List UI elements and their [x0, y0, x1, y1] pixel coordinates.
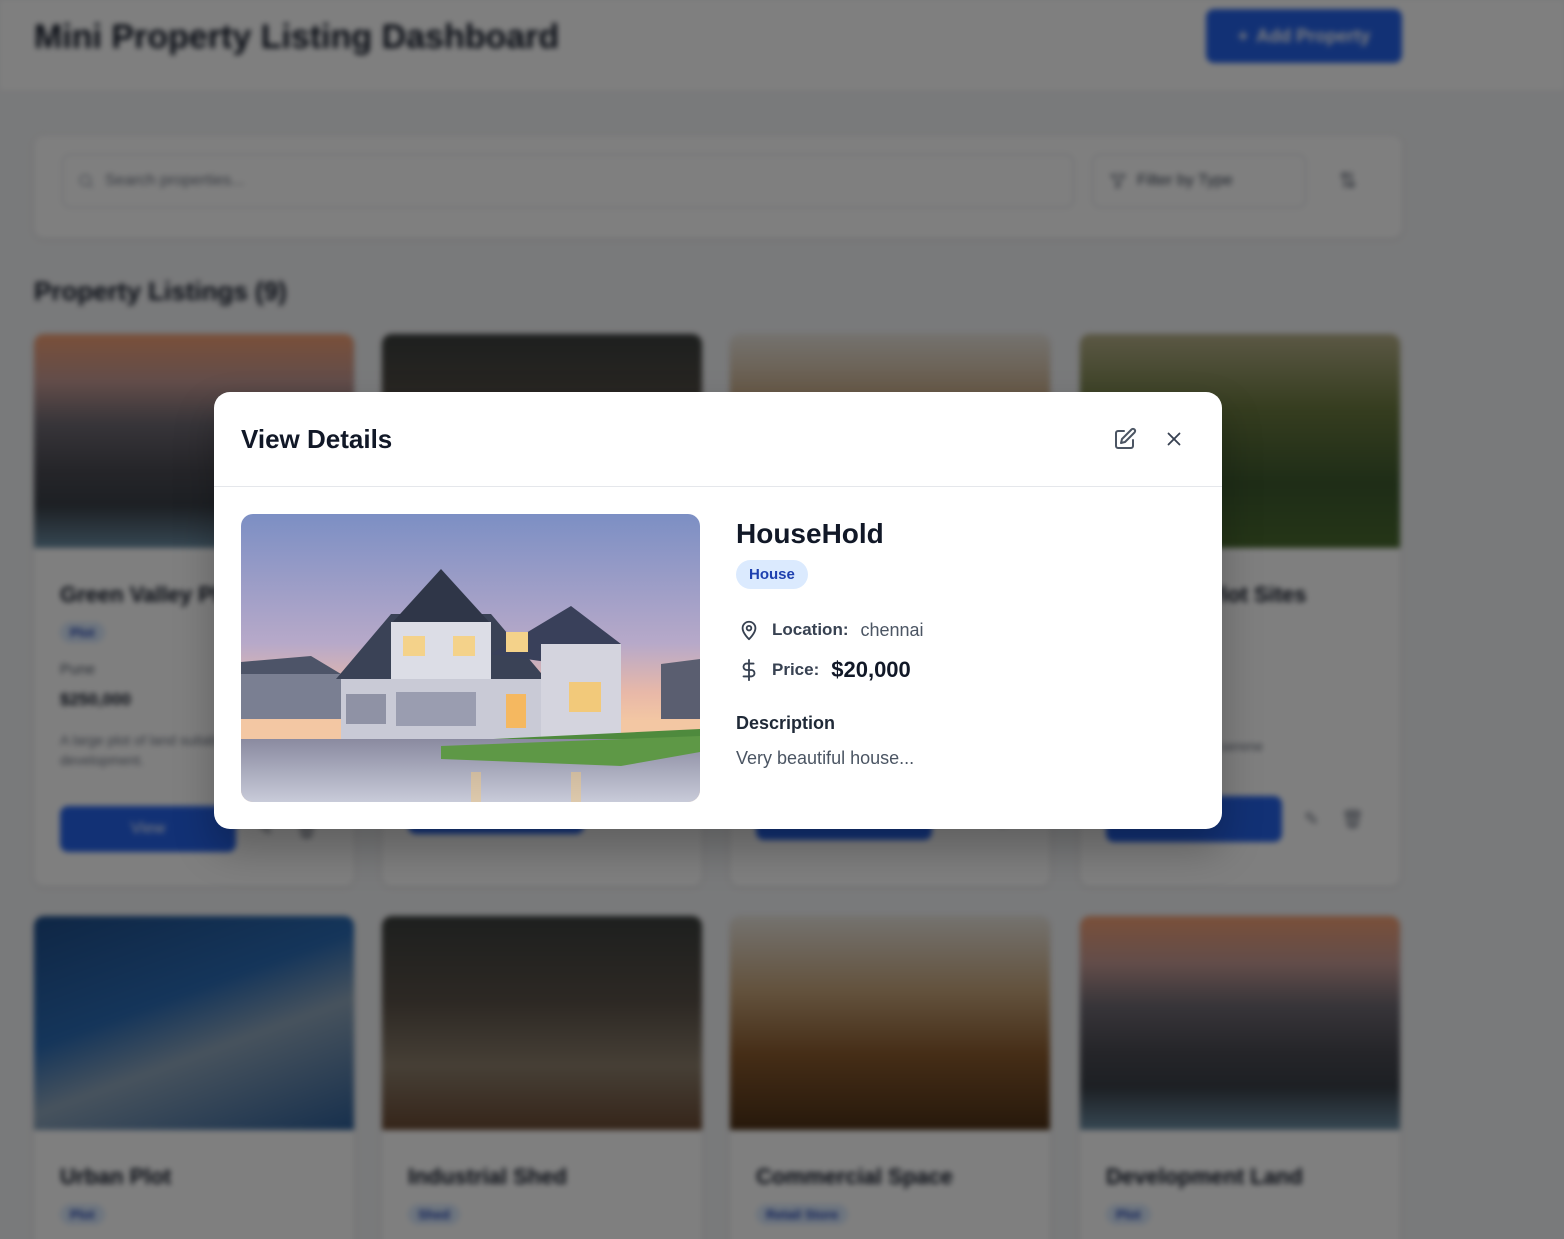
price-value: $20,000: [831, 657, 911, 682]
location-row: Location: chennai: [736, 617, 1196, 643]
dollar-icon: [736, 657, 762, 683]
location-label: Location:: [772, 620, 849, 639]
property-name: HouseHold: [736, 518, 884, 549]
price-label: Price:: [772, 660, 820, 679]
property-photo: [241, 514, 700, 802]
house-photo: [241, 514, 700, 802]
description-text: Very beautiful house...: [736, 748, 915, 768]
view-details-modal: View Details HouseHold House Location: c…: [214, 392, 1222, 829]
edit-button[interactable]: [1108, 422, 1142, 456]
modal-header: View Details: [214, 392, 1222, 487]
modal-title: View Details: [241, 424, 393, 454]
edit-icon: [1115, 427, 1137, 449]
property-type-badge: House: [736, 560, 808, 589]
close-icon: [1167, 432, 1181, 446]
location-value: chennai: [860, 619, 924, 640]
map-pin-icon: [736, 617, 762, 643]
price-row: Price: $20,000: [736, 657, 1196, 683]
description-label: Description: [736, 713, 836, 733]
close-button[interactable]: [1157, 422, 1191, 456]
property-details: HouseHold House Location: chennai Price:…: [736, 514, 1196, 769]
